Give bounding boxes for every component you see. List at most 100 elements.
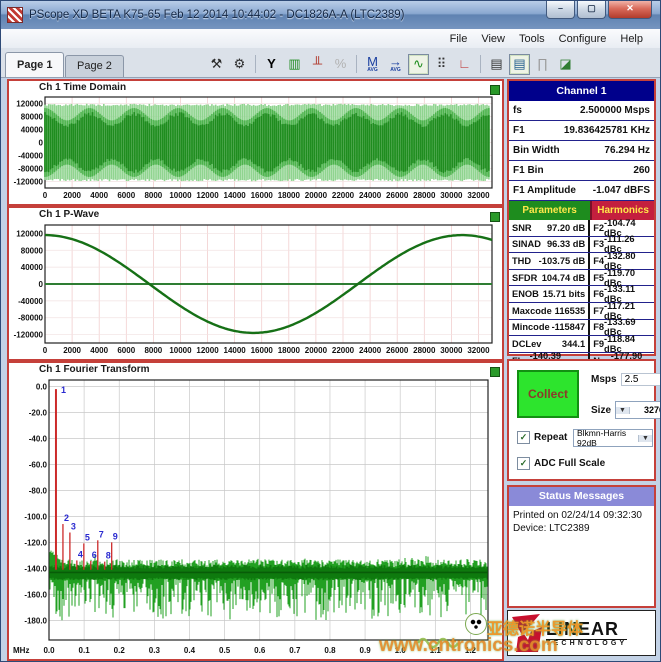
histogram-icon[interactable]: ▥: [284, 54, 305, 75]
svg-text:32000: 32000: [467, 191, 490, 200]
svg-text:0.0: 0.0: [36, 383, 48, 392]
bar-graph-icon[interactable]: ╨: [307, 54, 328, 75]
svg-text:4000: 4000: [90, 191, 108, 200]
close-button[interactable]: ✕: [608, 1, 652, 19]
minimize-button[interactable]: –: [546, 1, 575, 19]
svg-text:16000: 16000: [251, 346, 274, 355]
harmonic-cell: F6-133.11 dBc: [590, 286, 654, 302]
parameter-cell: Maxcode116535: [509, 303, 590, 319]
svg-text:18000: 18000: [278, 191, 301, 200]
status-line: Device: LTC2389: [513, 522, 650, 535]
acquisition-panel: Collect Msps 2.5 Size ▼ 32768 ✓ Repeat B…: [507, 359, 656, 481]
menu-view[interactable]: View: [474, 32, 512, 46]
window-dropdown[interactable]: Blkmn-Harris 92dB ▼: [573, 429, 653, 447]
time-domain-view-icon-glyph: ∿: [413, 58, 424, 70]
vendor-logo: LINEAR TECHNOLOGY: [507, 610, 656, 656]
parameter-value: 15.71 bits: [543, 289, 585, 299]
toolbar-separator: [480, 55, 481, 73]
adc-full-scale-checkbox[interactable]: ✓: [517, 457, 530, 470]
max-average-icon[interactable]: MAVG: [362, 54, 383, 75]
svg-text:-80000: -80000: [18, 314, 43, 323]
toolbar-separator: [356, 55, 357, 73]
pwave-panel: Ch 1 P-Wave 0200040006000800010000120001…: [7, 206, 504, 361]
parameter-label: SINAD: [512, 239, 541, 249]
size-dropdown[interactable]: ▼ 32768: [615, 401, 661, 419]
svg-text:-80000: -80000: [18, 165, 43, 174]
fourier-chart[interactable]: 0.00.10.20.30.40.50.60.70.80.91.01.11.20…: [9, 376, 498, 655]
percent-icon[interactable]: %: [330, 54, 351, 75]
notes-panel-icon[interactable]: ▤: [509, 54, 530, 75]
harmonic-label: F8: [593, 322, 604, 332]
window-title: PScope XD BETA K75-65 Feb 12 2014 10:44:…: [29, 9, 404, 21]
menu-file[interactable]: File: [443, 32, 475, 46]
export-image-icon[interactable]: ◪: [555, 54, 576, 75]
pulse-icon-glyph: ∏: [537, 58, 548, 70]
svg-text:4: 4: [78, 549, 83, 559]
svg-text:4000: 4000: [90, 346, 108, 355]
phase-plot-icon-glyph: ∟: [458, 58, 471, 70]
svg-text:20000: 20000: [305, 191, 328, 200]
menu-tools[interactable]: Tools: [512, 32, 552, 46]
parameter-label: DCLev: [512, 339, 541, 349]
max-average-icon-sub: AVG: [367, 68, 377, 73]
data-grid-icon[interactable]: ▤: [486, 54, 507, 75]
tab-page-1[interactable]: Page 1: [5, 52, 64, 77]
percent-icon-glyph: %: [335, 58, 347, 70]
status-messages: Printed on 02/24/14 09:32:30Device: LTC2…: [509, 506, 654, 538]
msps-input[interactable]: 2.5: [621, 373, 661, 386]
pwave-title: Ch 1 P-Wave: [39, 209, 502, 221]
collect-button[interactable]: Collect: [517, 370, 579, 418]
repeat-checkbox[interactable]: ✓: [517, 431, 530, 444]
channel-legend-swatch: [490, 212, 500, 222]
window-controls: – ▢ ✕: [544, 1, 652, 19]
parameter-label: SFDR: [512, 273, 537, 283]
svg-text:14000: 14000: [224, 346, 247, 355]
running-average-icon[interactable]: →AVG: [385, 54, 406, 75]
pwave-chart[interactable]: 0200040006000800010000120001400016000180…: [9, 221, 498, 355]
size-label: Size: [591, 405, 611, 416]
svg-text:28000: 28000: [413, 191, 436, 200]
svg-text:0.1: 0.1: [79, 646, 91, 655]
svg-text:-180.0: -180.0: [24, 617, 47, 626]
info-value: 76.294 Hz: [604, 145, 650, 156]
harmonic-label: F5: [593, 273, 604, 283]
hammer-icon[interactable]: ⚙: [229, 54, 250, 75]
msps-label: Msps: [591, 374, 617, 385]
parameter-value: 116535: [555, 306, 586, 316]
menu-help[interactable]: Help: [613, 32, 650, 46]
maximize-button[interactable]: ▢: [577, 1, 606, 19]
sample-dots-icon[interactable]: ⠿: [431, 54, 452, 75]
dropdown-arrow-icon[interactable]: ▼: [616, 407, 630, 414]
svg-text:0.4: 0.4: [184, 646, 196, 655]
svg-text:-120.0: -120.0: [24, 539, 47, 548]
svg-text:1.2: 1.2: [465, 646, 477, 655]
parameter-cell: DCLev344.1: [509, 336, 590, 352]
time-domain-view-icon[interactable]: ∿: [408, 54, 429, 75]
svg-text:-120000: -120000: [14, 331, 44, 340]
svg-text:6: 6: [92, 550, 97, 560]
status-line: Printed on 02/24/14 09:32:30: [513, 509, 650, 522]
phase-plot-icon[interactable]: ∟: [454, 54, 475, 75]
tab-page-2[interactable]: Page 2: [65, 55, 124, 77]
svg-text:0.3: 0.3: [149, 646, 161, 655]
parameter-cell: THD-103.75 dB: [509, 253, 590, 269]
time-domain-chart[interactable]: 0200040006000800010000120001400016000180…: [9, 94, 498, 200]
svg-text:9: 9: [113, 531, 118, 541]
menu-configure[interactable]: Configure: [552, 32, 614, 46]
size-value: 32768: [630, 405, 661, 415]
harmonic-cell: F7-117.21 dBc: [590, 303, 654, 319]
channel-info-row: F1 Amplitude-1.047 dBFS: [509, 181, 654, 201]
dropdown-arrow-icon[interactable]: ▼: [638, 435, 652, 442]
svg-text:8: 8: [106, 551, 111, 561]
y-scale-icon[interactable]: Y: [261, 54, 282, 75]
pulse-icon[interactable]: ∏: [532, 54, 553, 75]
logo-line2: TECHNOLOGY: [546, 639, 627, 647]
svg-text:0.2: 0.2: [114, 646, 126, 655]
svg-text:12000: 12000: [196, 191, 219, 200]
svg-text:40000: 40000: [21, 263, 44, 272]
info-value: 19.836425781 KHz: [564, 125, 650, 136]
svg-text:0.8: 0.8: [324, 646, 336, 655]
harmonic-label: F6: [593, 289, 604, 299]
parameters-header: Parameters: [509, 201, 592, 220]
config-tools-icon[interactable]: ⚒: [206, 54, 227, 75]
